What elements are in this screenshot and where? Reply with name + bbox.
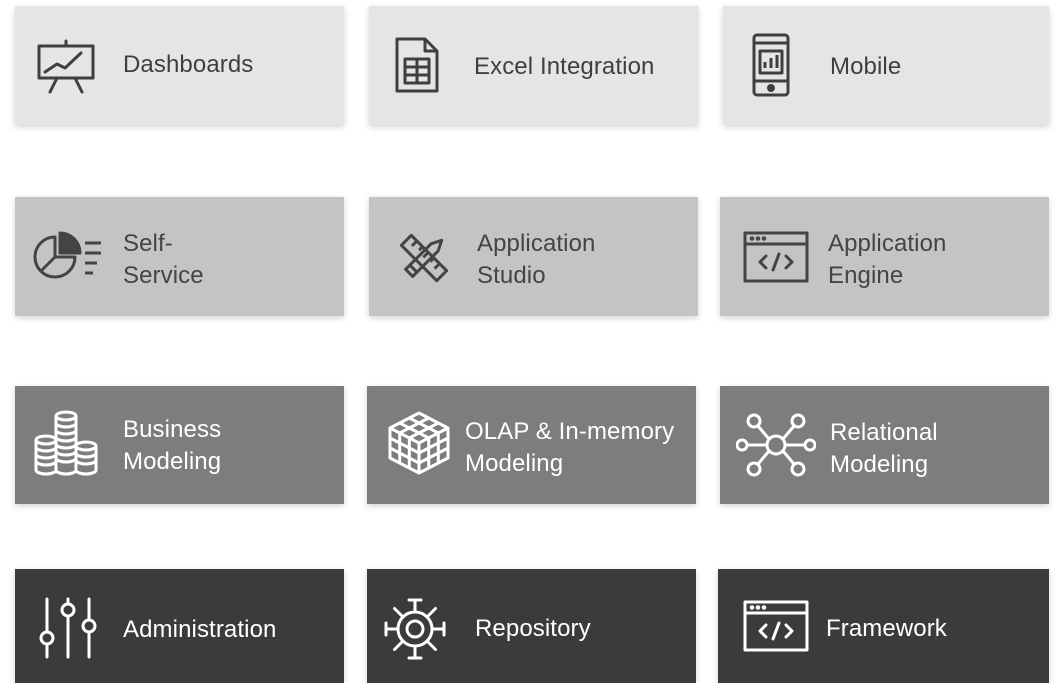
tile-label-line1: OLAP & In-memory [465,418,675,445]
tile-framework[interactable]: Framework [718,569,1049,683]
tile-self-service[interactable]: Self- Service [15,197,344,316]
ruler-pencil-icon [395,229,453,287]
tile-label: Excel Integration [474,51,654,83]
tile-administration[interactable]: Administration [15,569,344,683]
tile-label-text: Administration [123,616,277,643]
spreadsheet-icon [393,35,441,95]
tile-label: Self- Service [123,228,204,292]
tile-label-line2: Service [123,262,204,289]
tile-dashboards[interactable]: Dashboards [15,6,344,125]
tile-label-text: Mobile [830,53,902,80]
code-window-icon [742,230,810,284]
tile-label-text: Dashboards [123,51,254,78]
tile-label: OLAP & In-memory Modeling [465,416,674,480]
network-nodes-icon [736,412,816,478]
tile-label-line1: Business [123,416,222,443]
tile-olap-modeling[interactable]: OLAP & In-memory Modeling [367,386,696,504]
tile-label-line1: Application [477,230,596,257]
tile-label: Application Engine [828,228,947,292]
presentation-chart-icon [37,39,95,95]
tile-label-line1: Relational [830,419,938,446]
tile-label: Dashboards [123,49,253,81]
cube-icon [387,410,451,476]
tile-label-line2: Modeling [123,448,222,475]
code-window-icon [742,599,810,653]
tile-repository[interactable]: Repository [367,569,696,683]
tile-label-line2: Modeling [830,451,929,478]
tile-label-line1: Application [828,230,947,257]
tile-label: Administration [123,614,276,646]
tile-application-engine[interactable]: Application Engine [720,197,1049,316]
tile-label: Mobile [830,51,901,83]
tile-label-line2: Modeling [465,450,564,477]
tile-business-modeling[interactable]: Business Modeling [15,386,344,504]
tile-label: Application Studio [477,228,596,292]
coin-stacks-icon [33,410,99,476]
tile-label-text: Framework [826,615,947,642]
tile-label: Framework [826,613,947,645]
pie-list-icon [31,231,107,281]
tile-label: Repository [475,613,591,645]
tile-label-line2: Engine [828,262,904,289]
tile-label-text: Repository [475,615,591,642]
tile-label-line2: Studio [477,262,546,289]
mobile-chart-icon [751,33,791,97]
sliders-icon [35,597,101,659]
tile-application-studio[interactable]: Application Studio [369,197,698,316]
tile-excel-integration[interactable]: Excel Integration [369,6,698,125]
tile-label: Business Modeling [123,414,221,478]
tile-label-text: Excel Integration [474,53,655,80]
tile-relational-modeling[interactable]: Relational Modeling [720,386,1049,504]
tile-mobile[interactable]: Mobile [723,6,1049,125]
tile-label: Relational Modeling [830,417,938,481]
gear-icon [383,597,447,661]
tile-label-line1: Self- [123,230,173,257]
